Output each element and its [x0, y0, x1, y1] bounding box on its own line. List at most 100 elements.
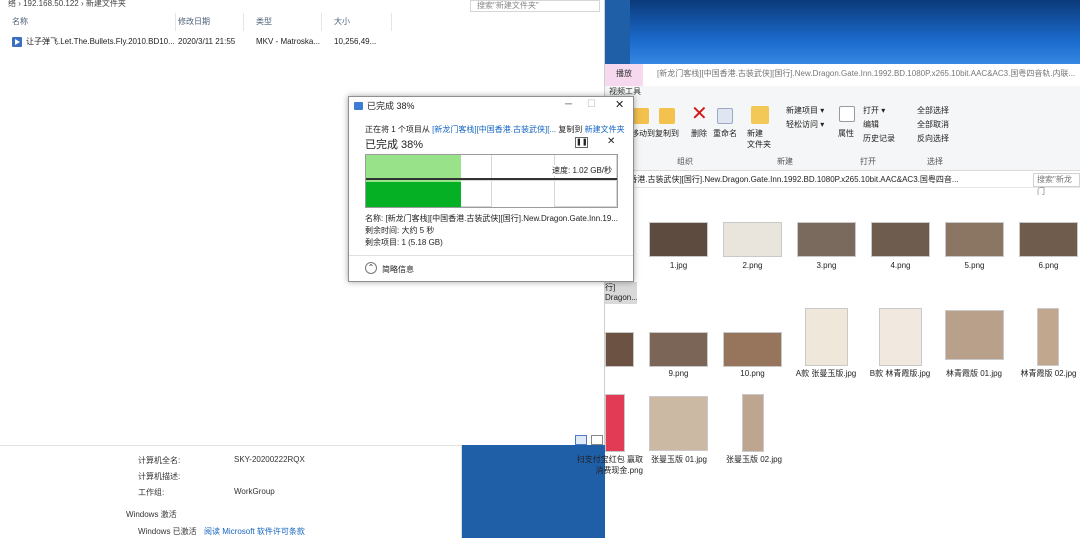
- time-remaining: 剩余时间: 大约 5 秒: [365, 226, 435, 235]
- destination-folder-link[interactable]: 新建文件夹: [585, 125, 625, 134]
- thumbnail-b-version[interactable]: [879, 308, 922, 366]
- properties-button[interactable]: 属性: [838, 128, 854, 139]
- thumbnail-alipay[interactable]: [605, 394, 625, 452]
- maximize-icon[interactable]: ☐: [587, 99, 596, 110]
- desktop-wallpaper-glow: [630, 0, 1080, 70]
- window-title: [新龙门客栈][中国香港.古装武侠][国行].New.Dragon.Gate.I…: [605, 64, 1080, 86]
- select-none-button[interactable]: 全部取消: [917, 119, 949, 130]
- copy-prefix: 正在将 1 个项目从: [365, 125, 430, 134]
- properties-icon: [839, 106, 855, 122]
- label-workgroup: 工作组:: [138, 488, 165, 497]
- minimize-icon[interactable]: ─: [565, 99, 572, 110]
- speed-label: 速度: 1.02 GB/秒: [552, 165, 613, 176]
- items-remaining: 剩余项目: 1 (5.18 GB): [365, 238, 443, 247]
- thumbnail-a-version[interactable]: [805, 308, 848, 366]
- file-label-lin-02: 林青霞版 02.jpg: [1020, 369, 1077, 378]
- file-label-6: 6.png: [1038, 261, 1059, 270]
- column-header-name[interactable]: 名称: [0, 13, 176, 31]
- speed-line: [366, 178, 617, 180]
- thumbnail-6[interactable]: [1019, 222, 1078, 257]
- group-new: 新建: [777, 157, 793, 166]
- new-folder-button[interactable]: 新建 文件夹: [747, 128, 771, 150]
- copy-description: 正在将 1 个项目从 [新龙门客栈][中国香港.古装武侠][... 复制到 新建…: [365, 124, 625, 135]
- group-organize: 组织: [677, 157, 693, 166]
- cancel-copy-icon[interactable]: ✕: [607, 136, 615, 147]
- file-label-zhang-01: 张曼玉版 01.jpg: [650, 455, 708, 464]
- less-details-button[interactable]: 简略信息: [382, 264, 414, 275]
- file-size: 10,256,49...: [334, 37, 377, 46]
- new-item-button[interactable]: 新建项目 ▾: [786, 105, 824, 116]
- file-label-10: 10.png: [740, 369, 765, 378]
- easy-access-button[interactable]: 轻松访问 ▾: [786, 119, 824, 130]
- address-bar-right[interactable]: [中国香港.古装武侠][国行].New.Dragon.Gate.Inn.1992…: [605, 172, 1080, 196]
- details-view-icon[interactable]: [575, 435, 587, 445]
- file-label-2: 2.png: [742, 261, 763, 270]
- divider: [349, 255, 633, 256]
- thumbnail-lin-02[interactable]: [1037, 308, 1059, 366]
- copy-progress-dialog: 已完成 38% ─ ☐ ✕ 正在将 1 个项目从 [新龙门客栈][中国香港.古装…: [348, 96, 634, 282]
- copy-mid: 复制到: [558, 125, 583, 134]
- thumbnail-lin-01[interactable]: [945, 310, 1004, 360]
- copy-to-icon: [659, 108, 675, 124]
- license-terms-link[interactable]: 阅读 Microsoft 软件许可条款: [204, 526, 305, 537]
- file-label-3: 3.png: [816, 261, 837, 270]
- close-icon[interactable]: ✕: [615, 98, 624, 111]
- file-label-5: 5.png: [964, 261, 985, 270]
- search-input[interactable]: 搜索"新建文件夹": [470, 0, 600, 12]
- selected-item-label-2: Dragon...: [605, 293, 637, 302]
- progress-percent: 已完成 38%: [365, 139, 424, 151]
- file-label-zhang-02: 张曼玉版 02.jpg: [725, 455, 783, 464]
- rename-button[interactable]: 重命名: [713, 128, 737, 139]
- edit-button[interactable]: 编辑: [863, 119, 879, 130]
- system-info-panel: 计算机全名: SKY-20200222RQX 计算机描述: 工作组: WorkG…: [0, 445, 462, 538]
- pause-button[interactable]: ❚❚: [575, 137, 588, 148]
- right-explorer-window: [新龙门客栈][中国香港.古装武侠][国行].New.Dragon.Gate.I…: [575, 64, 1080, 538]
- new-folder-icon: [751, 106, 769, 124]
- thumbnail-9[interactable]: [649, 332, 708, 367]
- copy-to-button[interactable]: 复制到: [655, 128, 679, 139]
- file-date: 2020/3/11 21:55: [178, 37, 236, 46]
- tab-play[interactable]: 播放: [605, 64, 643, 86]
- thumbnail-5[interactable]: [945, 222, 1004, 257]
- delete-icon: ✕: [691, 103, 708, 125]
- thumbnail-4[interactable]: [871, 222, 930, 257]
- move-to-button[interactable]: 移动到: [631, 128, 655, 139]
- file-label-lin-01: 林青霞版 01.jpg: [945, 369, 1003, 378]
- label-computer-description: 计算机描述:: [138, 472, 181, 481]
- address-path: [中国香港.古装武侠][国行].New.Dragon.Gate.Inn.1992…: [611, 175, 959, 184]
- value-computer-name: SKY-20200222RQX: [234, 455, 305, 464]
- watermark: 值 什么值得买: [939, 503, 1072, 525]
- value-workgroup: WorkGroup: [234, 487, 275, 496]
- search-input-right[interactable]: 搜索"新龙门: [1033, 173, 1080, 196]
- transfer-speed-graph: 速度: 1.02 GB/秒: [365, 154, 618, 208]
- select-all-button[interactable]: 全部选择: [917, 105, 949, 116]
- thumbnail-zhang-01[interactable]: [649, 396, 708, 451]
- thumbnail-partial[interactable]: [605, 332, 634, 367]
- file-label-alipay: 扫支付宝红包 赢取消费现金.png: [576, 455, 643, 475]
- invert-selection-button[interactable]: 反向选择: [917, 133, 949, 144]
- table-row[interactable]: 让子弹飞.Let.The.Bullets.Fly.2010.BD10... 20…: [12, 34, 602, 50]
- address-bar[interactable]: 络 › 192.168.50.122 › 新建文件夹: [0, 0, 465, 10]
- file-name: 让子弹飞.Let.The.Bullets.Fly.2010.BD10...: [26, 37, 175, 46]
- activation-heading: Windows 激活: [126, 510, 177, 519]
- column-header-size[interactable]: 大小: [322, 13, 392, 31]
- history-button[interactable]: 历史记录: [863, 133, 895, 144]
- file-label-9: 9.png: [668, 369, 689, 378]
- thumbnail-10[interactable]: [723, 332, 782, 367]
- rename-icon: [717, 108, 733, 124]
- thumbnail-3[interactable]: [797, 222, 856, 257]
- source-folder-link[interactable]: [新龙门客栈][中国香港.古装武侠][...: [432, 125, 556, 134]
- large-icons-view-icon[interactable]: [591, 435, 603, 445]
- delete-button[interactable]: 删除: [691, 128, 707, 139]
- column-header-date[interactable]: 修改日期: [166, 13, 244, 31]
- file-label-4: 4.png: [890, 261, 911, 270]
- thumbnail-1[interactable]: [649, 222, 708, 257]
- progress-fill-speed: [366, 182, 461, 207]
- chevron-up-icon[interactable]: ⌃: [365, 262, 377, 274]
- move-to-icon: [633, 108, 649, 124]
- group-select: 选择: [927, 157, 943, 166]
- thumbnail-zhang-02[interactable]: [742, 394, 764, 452]
- open-button[interactable]: 打开 ▾: [863, 105, 885, 116]
- column-header-type[interactable]: 类型: [244, 13, 322, 31]
- thumbnail-2[interactable]: [723, 222, 782, 257]
